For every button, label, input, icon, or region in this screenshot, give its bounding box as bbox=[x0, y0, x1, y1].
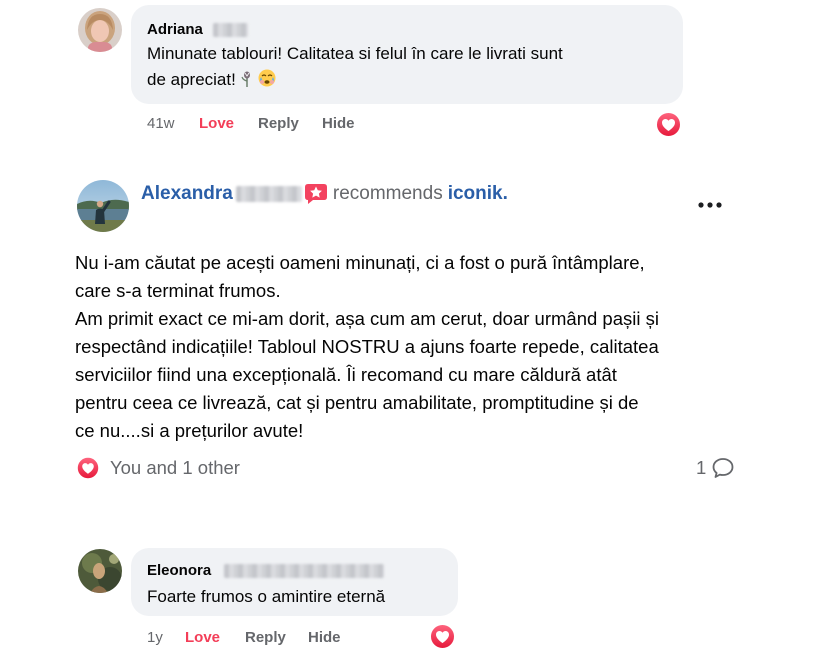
post-body-line: ce nu....si a prețurilor avute! bbox=[75, 420, 304, 441]
redacted-surname bbox=[213, 23, 248, 37]
more-options-icon[interactable] bbox=[696, 197, 724, 213]
comment-avatar-adriana[interactable] bbox=[78, 8, 122, 52]
post-body-line: Am primit exact ce mi-am dorit, așa cum … bbox=[75, 308, 659, 329]
love-reaction-icon[interactable] bbox=[655, 111, 682, 138]
recommends-label: recommends bbox=[332, 183, 443, 204]
comment-text-line: de apreciat! bbox=[147, 67, 277, 96]
reactions-summary[interactable]: You and 1 other bbox=[110, 457, 240, 479]
rose-emoji bbox=[241, 70, 253, 96]
comment-count[interactable]: 1 bbox=[696, 457, 706, 479]
post-body-line: Nu i-am căutat pe acești oameni minunați… bbox=[75, 252, 645, 273]
hide-button[interactable]: Hide bbox=[308, 629, 341, 647]
post-author-name[interactable]: Alexandra bbox=[141, 183, 233, 205]
love-button[interactable]: Love bbox=[199, 115, 234, 133]
comment-text-line: Minunate tablouri! Calitatea si felul în… bbox=[147, 44, 563, 63]
comment-avatar-eleonora[interactable] bbox=[78, 549, 122, 593]
reply-button[interactable]: Reply bbox=[258, 115, 299, 133]
post-body-line: care s-a terminat frumos. bbox=[75, 280, 281, 301]
recommend-star-icon bbox=[304, 183, 328, 205]
comment-timestamp[interactable]: 1y bbox=[147, 629, 163, 647]
post-header: Alexandra recommends iconik. bbox=[141, 183, 508, 205]
crying-face-emoji bbox=[257, 68, 277, 96]
post-body-line: respectând indicațiile! Tabloul NOSTRU a… bbox=[75, 336, 659, 357]
love-reaction-icon[interactable] bbox=[76, 456, 100, 480]
love-reaction-icon[interactable] bbox=[429, 623, 456, 650]
comment-text-line: Foarte frumos o amintire eternă bbox=[147, 587, 386, 606]
love-button[interactable]: Love bbox=[185, 629, 220, 647]
post-body-line: pentru ceea ce livrează, cat și pentru a… bbox=[75, 392, 639, 413]
redacted-surname bbox=[224, 564, 384, 578]
comment-icon[interactable] bbox=[711, 457, 735, 479]
comment-author-name[interactable]: Adriana bbox=[147, 21, 203, 39]
comment-author-name[interactable]: Eleonora bbox=[147, 562, 211, 580]
reply-button[interactable]: Reply bbox=[245, 629, 286, 647]
post-author-avatar[interactable] bbox=[77, 180, 129, 232]
hide-button[interactable]: Hide bbox=[322, 115, 355, 133]
page-link-iconik[interactable]: iconik. bbox=[448, 183, 508, 205]
comment-text: de apreciat! bbox=[147, 70, 236, 89]
comment-timestamp[interactable]: 41w bbox=[147, 115, 175, 133]
redacted-surname bbox=[235, 186, 302, 202]
post-body-line: serviciilor fiind una excepțională. Îi r… bbox=[75, 364, 617, 385]
